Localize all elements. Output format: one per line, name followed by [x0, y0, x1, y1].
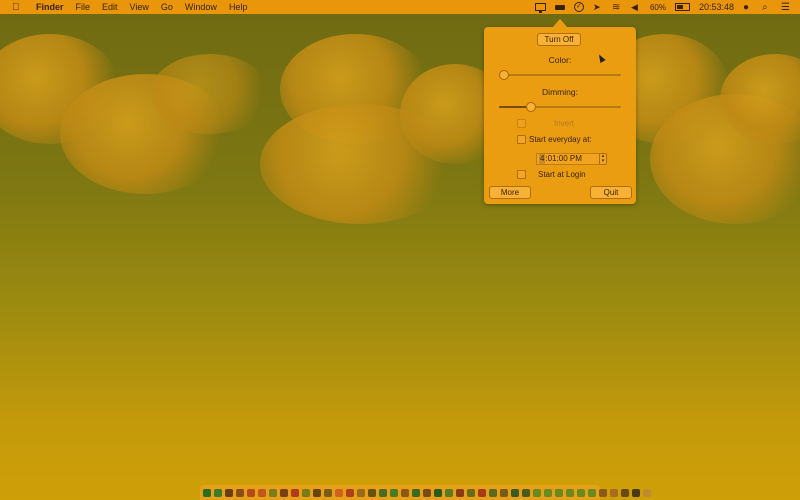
dimming-slider-thumb[interactable] [526, 102, 537, 112]
location-arrow-icon[interactable]: ➤ [593, 2, 603, 12]
status-area: ✓ ➤ ≋ ◀ 60% 20:53:48 ● ⌕ ☰ [534, 0, 800, 14]
dock-app-icon[interactable] [203, 488, 211, 497]
dock-app-icon[interactable] [588, 488, 596, 497]
dock-app-icon[interactable] [610, 488, 618, 497]
dock-app-icon[interactable] [621, 488, 629, 497]
clock[interactable]: 20:53:48 [699, 2, 734, 12]
dock-app-icon[interactable] [346, 488, 354, 497]
color-label: Color: [548, 55, 572, 65]
dock-app-icon[interactable] [555, 488, 563, 497]
monitor-icon[interactable] [534, 3, 546, 13]
dock-app-icon[interactable] [478, 488, 486, 497]
menu-go[interactable]: Go [161, 2, 173, 12]
menu-file[interactable]: File [76, 2, 91, 12]
dock-app-icon[interactable] [566, 488, 574, 497]
night-shift-popover: Turn Off Color: Dimming: Invert Start ev… [484, 19, 636, 204]
color-slider-track[interactable] [499, 74, 621, 76]
menu-bar:  Finder File Edit View Go Window Help ✓… [0, 0, 800, 14]
dock-app-icon[interactable] [412, 488, 420, 497]
turn-off-button[interactable]: Turn Off [537, 33, 581, 46]
dock-app-icon[interactable] [214, 488, 222, 497]
dock-app-icon[interactable] [467, 488, 475, 497]
dock-app-icon[interactable] [269, 488, 277, 497]
user-icon[interactable]: ● [743, 2, 753, 12]
dock-app-icon[interactable] [500, 488, 508, 497]
dock-app-icon[interactable] [258, 488, 266, 497]
dock-app-icon[interactable] [379, 488, 387, 497]
battery-percent[interactable]: 60% [650, 3, 666, 12]
dock-app-icon[interactable] [445, 488, 453, 497]
dock-app-icon[interactable] [324, 488, 332, 497]
start-everyday-checkbox[interactable] [517, 135, 526, 144]
dock-app-icon[interactable] [247, 488, 255, 497]
invert-label: Invert [554, 119, 575, 128]
start-everyday-label: Start everyday at: [529, 135, 592, 144]
time-stepper[interactable]: ▴ ▾ [599, 153, 607, 165]
dock-app-icon[interactable] [544, 488, 552, 497]
dock-app-icon[interactable] [533, 488, 541, 497]
dock-app-icon[interactable] [280, 488, 288, 497]
quit-button[interactable]: Quit [590, 186, 632, 199]
dock-app-icon[interactable] [401, 488, 409, 497]
menu-window[interactable]: Window [185, 2, 217, 12]
check-icon[interactable]: ✓ [573, 2, 584, 12]
start-at-login-checkbox[interactable] [517, 170, 526, 179]
menu-help[interactable]: Help [229, 2, 248, 12]
battery-icon[interactable] [674, 3, 690, 11]
dock-app-icon[interactable] [302, 488, 310, 497]
dock-app-icon[interactable] [522, 488, 530, 497]
dock-app-icon[interactable] [236, 488, 244, 497]
start-time-rest: :01:00 PM [545, 154, 582, 163]
dock-app-icon[interactable] [390, 488, 398, 497]
dock-app-icon[interactable] [313, 488, 321, 497]
menu-edit[interactable]: Edit [102, 2, 118, 12]
dock-app-icon[interactable] [511, 488, 519, 497]
invert-checkbox[interactable] [517, 119, 526, 128]
dock-app-icon[interactable] [225, 488, 233, 497]
more-button[interactable]: More [489, 186, 531, 199]
drive-icon[interactable] [554, 4, 565, 10]
dock-app-icon[interactable] [489, 488, 497, 497]
dock-app-icon[interactable] [577, 488, 585, 497]
volume-icon[interactable]: ◀ [631, 2, 641, 12]
dock-app-icon[interactable] [599, 488, 607, 497]
dock-app-icon[interactable] [423, 488, 431, 497]
menu-view[interactable]: View [130, 2, 149, 12]
dock-app-icon[interactable] [456, 488, 464, 497]
dock [200, 485, 651, 500]
start-time-field[interactable]: 4:01:00 PM [536, 153, 600, 165]
start-at-login-label: Start at Login [538, 170, 586, 179]
menu-finder[interactable]: Finder [36, 2, 64, 12]
list-icon[interactable]: ☰ [781, 2, 791, 12]
wifi-icon[interactable]: ≋ [612, 2, 622, 12]
dock-app-icon[interactable] [357, 488, 365, 497]
dock-app-icon[interactable] [434, 488, 442, 497]
dock-app-icon[interactable] [368, 488, 376, 497]
dock-app-icon[interactable] [291, 488, 299, 497]
dock-app-icon[interactable] [643, 488, 651, 497]
desktop-clouds [0, 14, 800, 224]
search-icon[interactable]: ⌕ [762, 2, 772, 12]
apple-icon[interactable]:  [12, 2, 24, 13]
dock-app-icon[interactable] [335, 488, 343, 497]
dock-app-icon[interactable] [632, 488, 640, 497]
color-slider-thumb[interactable] [499, 70, 509, 80]
dimming-label: Dimming: [542, 87, 578, 97]
